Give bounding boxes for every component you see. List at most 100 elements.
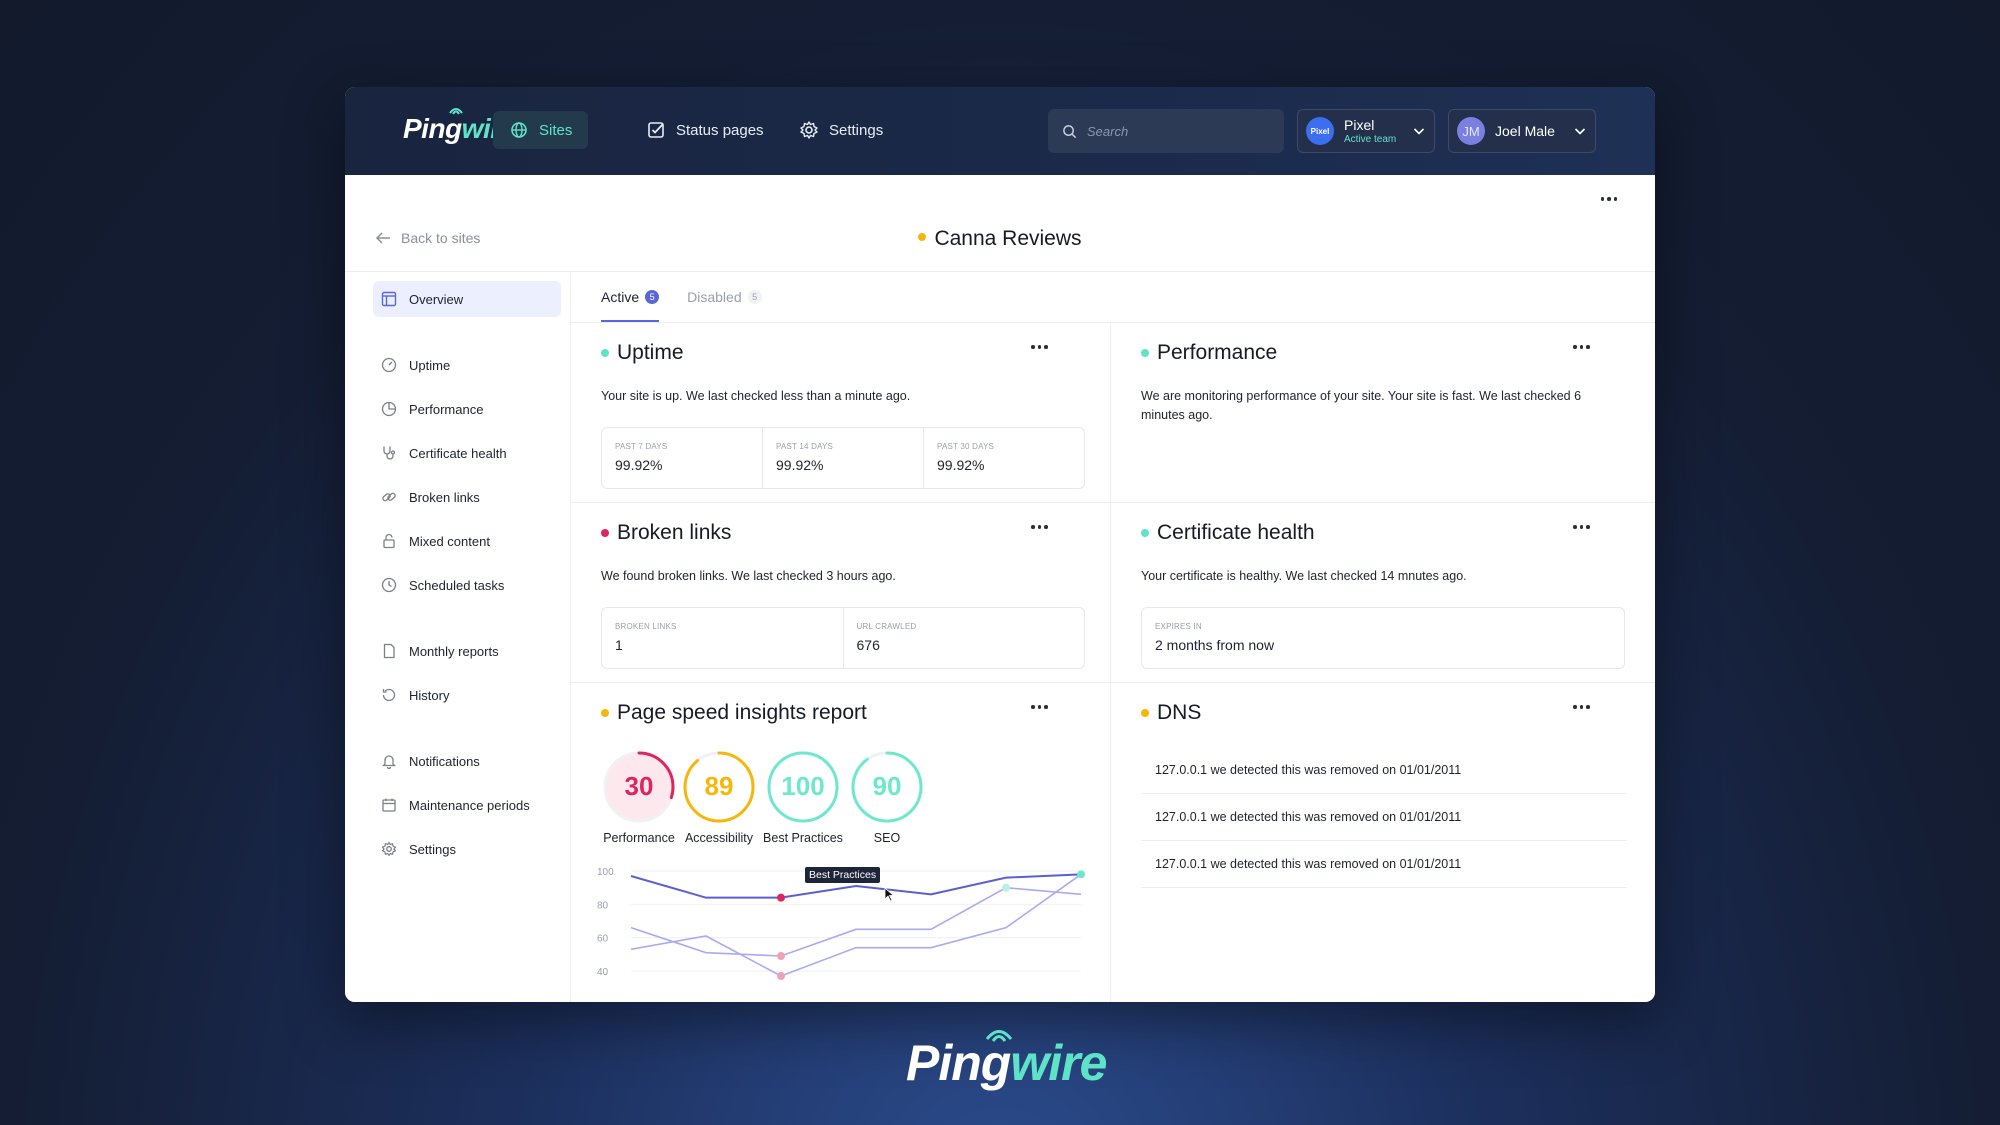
- page-title: Canna Reviews: [345, 227, 1655, 251]
- nav-settings[interactable]: Settings: [783, 111, 899, 149]
- avatar: JM: [1457, 117, 1485, 145]
- stat-label: BROKEN LINKS: [615, 622, 677, 631]
- card-title-text: Page speed insights report: [617, 701, 867, 724]
- card-title: Broken links: [601, 521, 731, 545]
- sidebar: Overview Uptime Performance Certificate …: [345, 271, 571, 1002]
- certificate-more-button[interactable]: [1573, 525, 1590, 529]
- lock-icon: [383, 533, 395, 549]
- nav-settings-label: Settings: [829, 121, 884, 139]
- stat-value: 99.92%: [776, 457, 824, 473]
- nav-status-pages-label: Status pages: [676, 121, 764, 139]
- stat-label: PAST 30 DAYS: [937, 442, 995, 451]
- nav-sites-label: Sites: [539, 121, 573, 139]
- stat-value: 99.92%: [615, 457, 663, 473]
- chevron-down-icon: [1413, 128, 1425, 135]
- status-dot: [601, 529, 609, 537]
- page-speed-more-button[interactable]: [1031, 705, 1048, 709]
- stat-label: PAST 14 DAYS: [776, 442, 834, 451]
- history-icon: [382, 688, 396, 702]
- sidebar-item-label: Maintenance periods: [409, 797, 530, 813]
- stat-past-14-days: PAST 14 DAYS 99.92%: [763, 428, 924, 488]
- sidebar-item-certificate-health[interactable]: Certificate health: [373, 435, 561, 471]
- chart-tooltip: Best Practices: [805, 867, 881, 883]
- footer-pingwire-logo: Pingwire: [906, 1030, 1107, 1092]
- gauge-score: 100: [781, 771, 824, 801]
- dns-more-button[interactable]: [1573, 705, 1590, 709]
- nav-sites[interactable]: Sites: [493, 111, 589, 149]
- sidebar-item-broken-links[interactable]: Broken links: [373, 479, 561, 515]
- chart-y-tick-label: 100: [597, 867, 614, 878]
- stat-url-crawled: URL CRAWLED 676: [844, 608, 1085, 668]
- sidebar-item-mixed-content[interactable]: Mixed content: [373, 523, 561, 559]
- status-dot: [1141, 709, 1149, 717]
- card-title-text: DNS: [1157, 701, 1202, 724]
- gear-icon: [381, 841, 397, 857]
- globe-icon: [511, 122, 527, 138]
- status-dot: [1141, 349, 1149, 357]
- tab-active-label: Active: [601, 289, 640, 305]
- tab-active[interactable]: Active 5: [601, 289, 660, 322]
- user-menu[interactable]: JM Joel Male: [1448, 109, 1596, 153]
- user-name: Joel Male: [1495, 123, 1555, 139]
- chart-point-marker-2: [777, 972, 785, 980]
- gear-icon: [800, 121, 818, 139]
- performance-card: Performance We are monitoring performanc…: [1111, 323, 1655, 503]
- chart-y-tick-label: 60: [597, 934, 609, 945]
- sidebar-item-label: Broken links: [409, 489, 480, 505]
- app-window: Pingwire Sites Status pages Settings Sea…: [345, 87, 1655, 1002]
- tab-disabled[interactable]: Disabled 5: [687, 289, 762, 321]
- performance-more-button[interactable]: [1573, 345, 1590, 349]
- stat-expires-in: EXPIRES IN 2 months from now: [1142, 608, 1624, 668]
- stat-value: 2 months from now: [1155, 637, 1275, 653]
- card-title-text: Certificate health: [1157, 521, 1315, 544]
- broken-links-more-button[interactable]: [1031, 525, 1048, 529]
- link-icon: [382, 492, 396, 502]
- tab-disabled-count: 5: [747, 290, 762, 304]
- sidebar-item-maintenance-periods[interactable]: Maintenance periods: [373, 787, 561, 823]
- chart-point-marker-3: [1077, 870, 1085, 879]
- card-description: We found broken links. We last checked 3…: [601, 569, 896, 583]
- file-icon: [383, 643, 395, 659]
- sidebar-item-performance[interactable]: Performance: [373, 391, 561, 427]
- team-avatar: Pixel: [1306, 117, 1334, 145]
- sidebar-item-notifications[interactable]: Notifications: [373, 743, 561, 779]
- chart-y-tick-label: 80: [597, 900, 609, 911]
- stethoscope-icon: [383, 446, 396, 460]
- card-title: Uptime: [601, 341, 684, 365]
- sidebar-item-scheduled-tasks[interactable]: Scheduled tasks: [373, 567, 561, 603]
- sidebar-item-history[interactable]: History: [373, 677, 561, 713]
- stat-value: 1: [615, 637, 623, 653]
- nav-status-pages[interactable]: Status pages: [630, 111, 780, 149]
- stat-value: 99.92%: [937, 457, 985, 473]
- top-nav-bar: Pingwire Sites Status pages Settings Sea…: [345, 87, 1655, 175]
- uptime-card: Uptime Your site is up. We last checked …: [571, 323, 1111, 503]
- checkbox-icon: [648, 122, 664, 138]
- team-switcher[interactable]: Pixel Pixel Active team: [1297, 109, 1435, 153]
- team-status: Active team: [1344, 134, 1397, 145]
- sidebar-item-uptime[interactable]: Uptime: [373, 347, 561, 383]
- sidebar-item-label: Mixed content: [409, 533, 490, 549]
- stat-past-7-days: PAST 7 DAYS 99.92%: [602, 428, 763, 488]
- team-name: Pixel: [1344, 117, 1375, 133]
- card-title: Certificate health: [1141, 521, 1315, 545]
- chart-point-marker-0: [777, 893, 785, 902]
- page-title-text: Canna Reviews: [934, 227, 1082, 250]
- sidebar-item-label: Notifications: [409, 753, 480, 769]
- sidebar-item-overview[interactable]: Overview: [373, 281, 561, 317]
- page-more-button[interactable]: [1600, 197, 1617, 201]
- status-dot: [601, 709, 609, 717]
- status-dot: [1141, 529, 1149, 537]
- uptime-more-button[interactable]: [1031, 345, 1048, 349]
- bell-icon: [381, 755, 397, 769]
- stat-label: PAST 7 DAYS: [615, 442, 668, 451]
- page-content: Back to sites Canna Reviews Overview Upt…: [345, 175, 1655, 1002]
- sidebar-item-monthly-reports[interactable]: Monthly reports: [373, 633, 561, 669]
- score-gauge-seo: 90 SEO: [849, 749, 925, 845]
- card-description: We are monitoring performance of your si…: [1141, 389, 1582, 422]
- search-input[interactable]: Search: [1048, 109, 1284, 153]
- dns-row: 127.0.0.1 we detected this was removed o…: [1141, 794, 1627, 841]
- stat-value: 676: [856, 637, 880, 653]
- sidebar-item-settings[interactable]: Settings: [373, 831, 561, 867]
- dns-row: 127.0.0.1 we detected this was removed o…: [1141, 747, 1627, 794]
- logo-text-ping: Ping: [403, 113, 462, 144]
